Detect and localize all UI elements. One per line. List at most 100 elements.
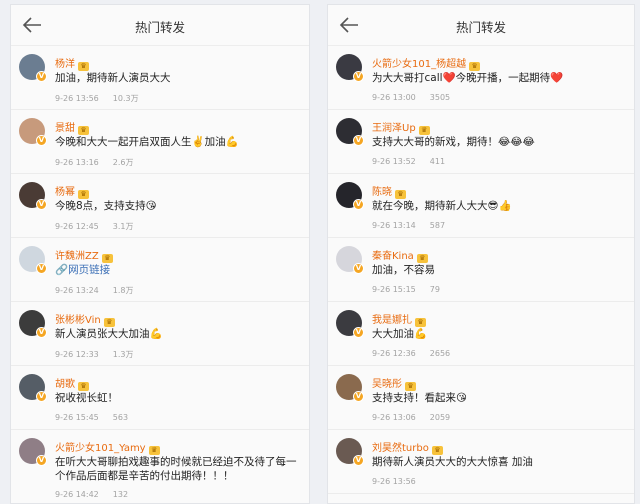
repost-item[interactable]: V 王润泽Up ♛ 支持大大哥的新戏，期待！😂😂😂 9-26 13:52 411 [328,110,634,174]
repost-text: 今晚和大大一起开启双面人生✌️加油💪 [55,136,239,148]
repost-item[interactable]: V 吴晓彤 ♛ 支持支持！看起来😘 9-26 13:06 2059 [328,366,634,430]
repost-text: 新人演员张大大加油💪 [55,328,163,340]
verified-badge-icon: V [353,71,364,82]
verified-badge-icon: V [353,263,364,274]
timestamp: 9-26 13:06 [372,413,416,422]
user-name[interactable]: 刘昊然turbo ♛ [372,439,443,455]
user-name[interactable]: 张彬彬Vin ♛ [55,311,115,327]
crown-icon: ♛ [469,62,481,71]
crown-icon: ♛ [78,62,89,71]
repost-meta: 9-26 13:56 [372,477,430,486]
crown-icon: ♛ [78,126,89,135]
repost-meta: 9-26 15:15 79 [372,285,440,294]
timestamp: 9-26 12:45 [55,222,99,231]
repost-item[interactable]: V 许魏洲ZZ ♛ 🔗网页链接 9-26 13:24 1.8万 [11,238,309,302]
repost-meta: 9-26 15:45 563 [55,413,128,422]
user-name[interactable]: 陈晓 ♛ [372,183,406,199]
like-count: 2656 [429,349,451,358]
repost-item[interactable]: V 我是娜扎 ♛ 大大加油💪 9-26 12:36 2656 [328,302,634,366]
repost-meta: 9-26 13:00 3505 [372,93,450,102]
repost-item[interactable]: V 刘昊然turbo ♛ 期待新人演员大大的大大惊喜 加油 9-26 13:56 [328,430,634,494]
left-repost-panel: 热门转发 V 杨洋 ♛ 加油，期待新人演员大大 9-26 13:56 10.3万 V… [10,4,310,504]
repost-meta: 9-26 12:33 1.3万 [55,349,134,360]
repost-text: 支持大大哥的新戏，期待！😂😂😂 [372,136,535,148]
user-name[interactable]: 杨幂 ♛ [55,183,89,199]
verified-badge-icon: V [353,327,364,338]
crown-icon: ♛ [416,254,428,263]
crown-icon: ♛ [78,382,89,391]
screenshot-stage: 热门转发 V 杨洋 ♛ 加油，期待新人演员大大 9-26 13:56 10.3万 V… [0,0,640,504]
verified-badge-icon: V [353,391,364,402]
verified-badge-icon: V [353,135,364,146]
timestamp: 9-26 13:56 [55,94,99,103]
verified-badge-icon: V [36,199,47,210]
crown-icon: ♛ [431,446,443,455]
repost-text: 今晚8点，支持支持😘 [55,200,157,212]
right-repost-panel: 热门转发 V 火箭少女101_杨超越 ♛ 为大大哥打call❤️今晚开播，一起期待… [327,4,635,504]
timestamp: 9-26 13:16 [55,158,99,167]
repost-meta: 9-26 13:52 411 [372,157,445,166]
repost-item[interactable]: V 火箭少女101_杨超越 ♛ 为大大哥打call❤️今晚开播，一起期待❤️ 9-… [328,46,634,110]
verified-badge-icon: V [36,263,47,274]
repost-text: 加油，不容易 [372,264,435,276]
verified-badge-icon: V [353,199,364,210]
repost-meta: 9-26 13:14 587 [372,221,445,230]
repost-item[interactable]: V 陈晓 ♛ 就在今晚，期待新人大大😎👍 9-26 13:14 587 [328,174,634,238]
like-count: 1.3万 [112,350,134,359]
timestamp: 9-26 15:45 [55,413,99,422]
user-name[interactable]: 许魏洲ZZ ♛ [55,247,113,263]
crown-icon: ♛ [405,382,416,391]
repost-meta: 9-26 13:06 2059 [372,413,450,422]
repost-item[interactable]: V 张彬彬Vin ♛ 新人演员张大大加油💪 9-26 12:33 1.3万 [11,302,309,366]
like-count: 1.8万 [112,286,134,295]
timestamp: 9-26 12:33 [55,350,99,359]
crown-icon: ♛ [148,446,160,455]
user-name[interactable]: 景甜 ♛ [55,119,89,135]
repost-meta: 9-26 13:56 10.3万 [55,93,139,104]
repost-meta: 9-26 13:24 1.8万 [55,285,134,296]
timestamp: 9-26 13:56 [372,477,416,486]
user-name[interactable]: 火箭少女101_Yamy ♛ [55,439,160,455]
repost-text: 加油，期待新人演员大大 [55,72,171,84]
verified-badge-icon: V [36,71,47,82]
repost-item[interactable]: V 胡歌 ♛ 祝收视长虹！ 9-26 15:45 563 [11,366,309,430]
like-count: 79 [429,285,440,294]
like-count: 2059 [429,413,451,422]
like-count: 2.6万 [112,158,134,167]
timestamp: 9-26 12:36 [372,349,416,358]
repost-item[interactable]: V 杨幂 ♛ 今晚8点，支持支持😘 9-26 12:45 3.1万 [11,174,309,238]
repost-text: 支持支持！看起来😘 [372,392,467,404]
left-header: 热门转发 [11,5,309,46]
verified-badge-icon: V [36,135,47,146]
page-title: 热门转发 [455,20,506,35]
repost-item[interactable]: V 杨洋 ♛ 加油，期待新人演员大大 9-26 13:56 10.3万 [11,46,309,110]
repost-text: 在听大大哥聊拍戏趣事的时候就已经迫不及待了每一个作品后面都是辛苦的付出期待！！！ [55,456,297,482]
repost-meta: 9-26 13:16 2.6万 [55,157,134,168]
repost-meta: 9-26 14:42 132 [55,490,128,499]
repost-text: 大大加油💪 [372,328,428,340]
repost-item[interactable]: V 火箭少女101_Yamy ♛ 在听大大哥聊拍戏趣事的时候就已经迫不及待了每一个… [11,430,309,503]
page-title: 热门转发 [134,20,185,35]
like-count: 587 [429,221,446,230]
timestamp: 9-26 13:00 [372,93,416,102]
user-name[interactable]: 吴晓彤 ♛ [372,375,416,391]
like-count: 10.3万 [112,94,139,103]
user-name[interactable]: 胡歌 ♛ [55,375,89,391]
crown-icon: ♛ [418,126,430,135]
verified-badge-icon: V [36,327,47,338]
crown-icon: ♛ [415,318,426,327]
crown-icon: ♛ [103,318,115,327]
repost-item[interactable]: V 秦奋Kina ♛ 加油，不容易 9-26 15:15 79 [328,238,634,302]
repost-text: 期待新人演员大大的大大惊喜 加油 [372,456,533,468]
user-name[interactable]: 秦奋Kina ♛ [372,247,428,263]
timestamp: 9-26 14:42 [55,490,99,499]
web-link[interactable]: 🔗网页链接 [55,263,301,277]
timestamp: 9-26 13:14 [372,221,416,230]
user-name[interactable]: 我是娜扎 ♛ [372,311,426,327]
repost-item[interactable]: V 景甜 ♛ 今晚和大大一起开启双面人生✌️加油💪 9-26 13:16 2.6万 [11,110,309,174]
user-name[interactable]: 杨洋 ♛ [55,55,89,71]
like-count: 563 [112,413,129,422]
user-name[interactable]: 王润泽Up ♛ [372,119,430,135]
user-name[interactable]: 火箭少女101_杨超越 ♛ [372,55,481,71]
repost-text: 为大大哥打call❤️今晚开播，一起期待❤️ [372,72,564,84]
